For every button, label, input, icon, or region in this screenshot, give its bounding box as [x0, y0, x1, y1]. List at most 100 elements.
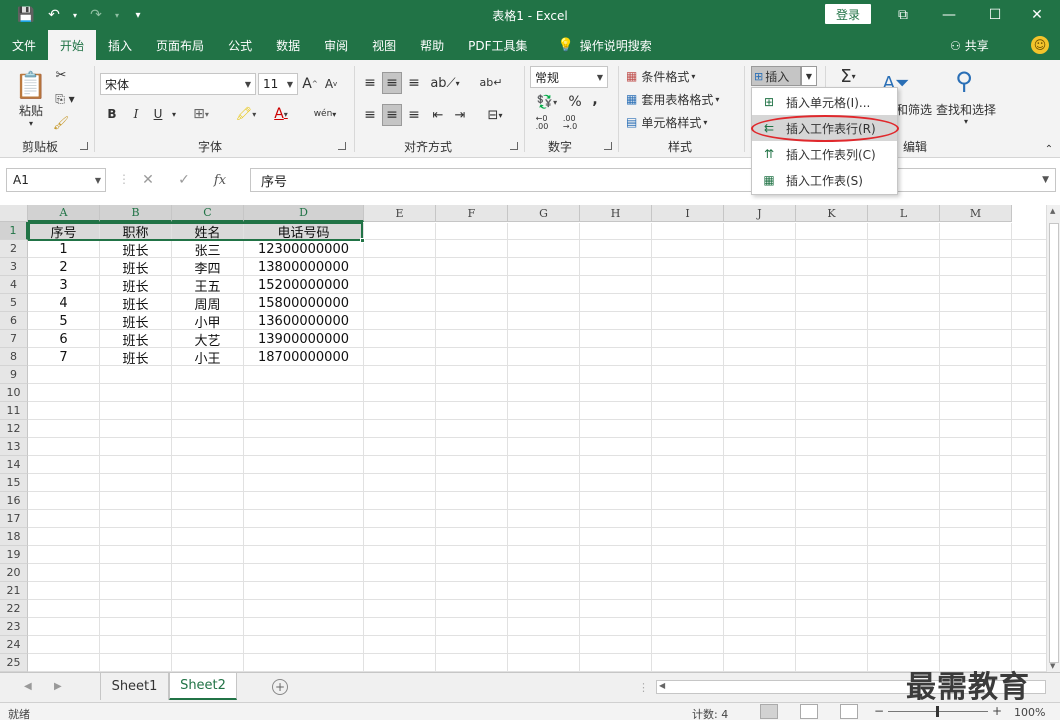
- ribbon-display-options-icon[interactable]: ⧉: [880, 0, 926, 30]
- percent-style-button[interactable]: %: [566, 92, 584, 112]
- row-header-6[interactable]: 6: [0, 312, 28, 330]
- data-cell[interactable]: 班长: [100, 240, 171, 259]
- data-cell[interactable]: 13800000000: [244, 258, 363, 276]
- minimize-button[interactable]: —: [926, 0, 972, 30]
- column-header-g[interactable]: G: [508, 205, 580, 222]
- row-header-19[interactable]: 19: [0, 546, 28, 564]
- comma-style-button[interactable]: ,: [588, 90, 602, 110]
- cancel-icon[interactable]: ✕: [130, 172, 166, 188]
- decrease-indent-icon[interactable]: ⇤: [428, 104, 448, 126]
- number-launcher-icon[interactable]: [604, 142, 612, 150]
- number-format-select[interactable]: 常规 ▼: [530, 66, 608, 88]
- page-break-view-icon[interactable]: [840, 704, 858, 719]
- increase-decimal-icon[interactable]: ←0.00: [530, 114, 554, 132]
- scroll-down-icon[interactable]: ▼: [1050, 662, 1055, 670]
- row-header-8[interactable]: 8: [0, 348, 28, 366]
- column-header-a[interactable]: A: [28, 205, 100, 222]
- tab-1[interactable]: 开始: [48, 30, 97, 60]
- data-cell[interactable]: 小甲: [172, 312, 243, 331]
- insert-function-icon[interactable]: fx: [202, 173, 238, 188]
- tab-3[interactable]: 页面布局: [144, 30, 216, 60]
- data-cell[interactable]: 班长: [100, 312, 171, 331]
- tab-8[interactable]: 帮助: [408, 30, 456, 60]
- header-cell[interactable]: 序号: [28, 222, 99, 241]
- align-right-icon[interactable]: ≡: [404, 104, 424, 126]
- fill-handle[interactable]: [360, 238, 365, 243]
- formula-input[interactable]: 序号 ▼: [250, 168, 1056, 192]
- row-header-22[interactable]: 22: [0, 600, 28, 618]
- column-header-f[interactable]: F: [436, 205, 508, 222]
- close-button[interactable]: ✕: [1014, 0, 1060, 30]
- autosum-button[interactable]: Σ ▾: [832, 64, 864, 88]
- data-cell[interactable]: 18700000000: [244, 348, 363, 366]
- zoom-out-button[interactable]: −: [874, 704, 884, 718]
- row-header-1[interactable]: 1: [0, 222, 28, 240]
- data-cell[interactable]: 12300000000: [244, 240, 363, 258]
- data-cell[interactable]: 王五: [172, 276, 243, 295]
- underline-button[interactable]: U: [148, 104, 168, 124]
- tab-10[interactable]: 💡 操作说明搜索: [546, 30, 664, 60]
- bottom-align-icon[interactable]: ≡: [404, 72, 424, 94]
- name-box[interactable]: A1 ▼: [6, 168, 106, 192]
- top-align-icon[interactable]: ≡: [360, 72, 380, 94]
- cell-styles-button[interactable]: ▤ 单元格样式 ▾: [626, 112, 726, 132]
- row-header-2[interactable]: 2: [0, 240, 28, 258]
- row-header-4[interactable]: 4: [0, 276, 28, 294]
- header-cell[interactable]: 姓名: [172, 222, 243, 241]
- column-header-b[interactable]: B: [100, 205, 172, 222]
- maximize-button[interactable]: ☐: [972, 0, 1018, 30]
- column-header-j[interactable]: J: [724, 205, 796, 222]
- increase-font-size-button[interactable]: A ^: [301, 74, 319, 94]
- clipboard-launcher-icon[interactable]: [80, 142, 88, 150]
- row-header-11[interactable]: 11: [0, 402, 28, 420]
- orientation-icon[interactable]: ab⟋ ▾: [430, 72, 460, 94]
- column-header-c[interactable]: C: [172, 205, 244, 222]
- format-as-table-button[interactable]: ▦ 套用表格格式 ▾: [626, 89, 736, 109]
- format-painter-icon[interactable]: 🖌: [52, 114, 70, 132]
- dropdown-item-insert-columns[interactable]: ⇈ 插入工作表列(C): [752, 141, 897, 167]
- sheet-tab-sheet2[interactable]: Sheet2: [169, 673, 237, 700]
- vertical-scroll-thumb[interactable]: [1049, 223, 1059, 663]
- header-cell[interactable]: 电话号码: [244, 222, 363, 241]
- column-header-e[interactable]: E: [364, 205, 436, 222]
- data-cell[interactable]: 班长: [100, 348, 171, 367]
- bold-button[interactable]: B: [102, 104, 122, 124]
- row-header-5[interactable]: 5: [0, 294, 28, 312]
- customize-qat-icon[interactable]: ▾: [126, 4, 150, 26]
- data-cell[interactable]: 张三: [172, 240, 243, 259]
- row-header-13[interactable]: 13: [0, 438, 28, 456]
- fill-color-icon[interactable]: 🖍 ▾: [230, 104, 262, 124]
- row-header-9[interactable]: 9: [0, 366, 28, 384]
- font-launcher-icon[interactable]: [338, 142, 346, 150]
- undo-icon[interactable]: ↶: [42, 4, 66, 26]
- alignment-launcher-icon[interactable]: [510, 142, 518, 150]
- data-cell[interactable]: 2: [28, 258, 99, 276]
- row-header-15[interactable]: 15: [0, 474, 28, 492]
- data-cell[interactable]: 1: [28, 240, 99, 258]
- column-header-h[interactable]: H: [580, 205, 652, 222]
- data-cell[interactable]: 大艺: [172, 330, 243, 349]
- tab-4[interactable]: 公式: [216, 30, 264, 60]
- column-header-l[interactable]: L: [868, 205, 940, 222]
- data-cell[interactable]: 班长: [100, 276, 171, 295]
- undo-dropdown-icon[interactable]: ▾: [70, 4, 80, 26]
- dropdown-item-insert-rows[interactable]: ⇇ 插入工作表行(R): [752, 115, 897, 141]
- dropdown-item-insert-cells[interactable]: ⊞ 插入单元格(I)...: [752, 89, 897, 115]
- phonetic-guide-button[interactable]: wén ▾: [308, 104, 342, 124]
- row-header-14[interactable]: 14: [0, 456, 28, 474]
- decrease-decimal-icon[interactable]: .00 →.0: [558, 114, 582, 132]
- row-header-23[interactable]: 23: [0, 618, 28, 636]
- insert-button[interactable]: ⊞ 插入: [751, 66, 801, 86]
- column-header-k[interactable]: K: [796, 205, 868, 222]
- row-header-7[interactable]: 7: [0, 330, 28, 348]
- row-header-10[interactable]: 10: [0, 384, 28, 402]
- italic-button[interactable]: I: [126, 104, 146, 124]
- data-cell[interactable]: 3: [28, 276, 99, 294]
- data-cell[interactable]: 李四: [172, 258, 243, 277]
- row-header-18[interactable]: 18: [0, 528, 28, 546]
- data-cell[interactable]: 7: [28, 348, 99, 366]
- column-header-i[interactable]: I: [652, 205, 724, 222]
- borders-icon[interactable]: ⊞ ▾: [188, 104, 214, 124]
- new-sheet-button[interactable]: +: [272, 679, 288, 695]
- copy-icon[interactable]: ⎘ ▾: [52, 90, 78, 108]
